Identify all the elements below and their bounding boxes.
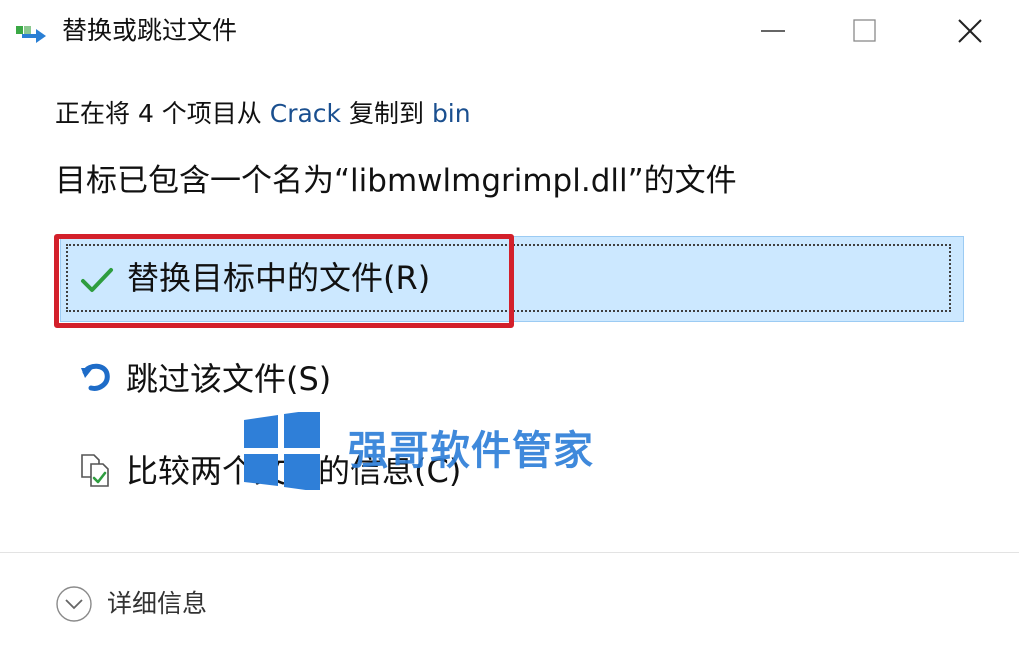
conflict-message: 目标已包含一个名为“libmwlmgrimpl.dll”的文件 (55, 163, 737, 199)
source-folder-link[interactable]: Crack (270, 99, 341, 128)
replace-file-label: 替换目标中的文件(R) (127, 259, 431, 297)
copy-middle: 复制到 (341, 99, 432, 128)
destination-folder-link[interactable]: bin (432, 99, 471, 128)
footer-divider (0, 552, 1019, 553)
skip-arrow-icon (78, 361, 114, 397)
compare-files-option[interactable]: 比较两个文件的信息(C) (60, 428, 964, 514)
replace-or-skip-dialog: 替换或跳过文件 正在将 4 个项目从 Crack 复制到 bin 目标已包含一个… (0, 0, 1019, 650)
checkmark-icon (79, 262, 115, 298)
copy-prefix: 正在将 4 个项目从 (55, 99, 270, 128)
chevron-down-circle-icon (56, 586, 92, 622)
file-move-icon (16, 26, 46, 43)
copy-status-text: 正在将 4 个项目从 Crack 复制到 bin (55, 96, 471, 132)
more-details-label: 详细信息 (107, 589, 208, 618)
skip-file-option[interactable]: 跳过该文件(S) (60, 336, 964, 422)
close-button[interactable] (930, 0, 1010, 62)
skip-file-label: 跳过该文件(S) (126, 360, 332, 398)
more-details-toggle[interactable]: 详细信息 (55, 580, 207, 628)
close-icon (958, 19, 982, 43)
compare-files-label: 比较两个文件的信息(C) (126, 452, 462, 490)
maximize-button[interactable] (825, 0, 905, 62)
window-title: 替换或跳过文件 (62, 16, 238, 45)
title-bar[interactable]: 替换或跳过文件 (0, 0, 1019, 62)
maximize-icon (853, 19, 876, 42)
minimize-button[interactable] (733, 0, 813, 62)
replace-file-option[interactable]: 替换目标中的文件(R) (60, 236, 964, 322)
compare-documents-icon (78, 453, 114, 489)
minimize-icon (761, 30, 785, 32)
